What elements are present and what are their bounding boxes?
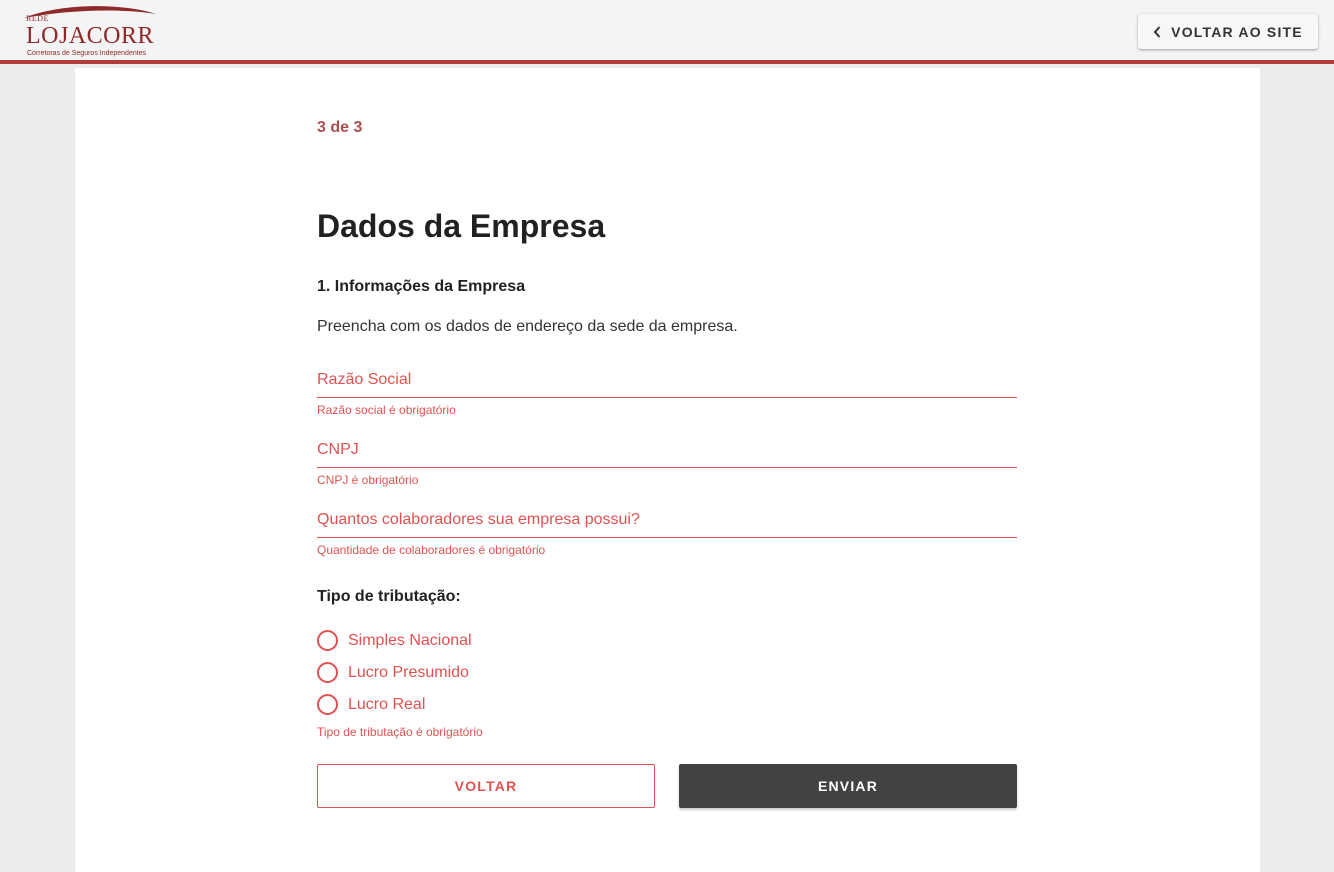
cnpj-input[interactable]: [317, 438, 1017, 468]
radio-simples-nacional[interactable]: Simples Nacional: [317, 630, 472, 651]
radio-circle-icon[interactable]: [317, 694, 338, 715]
company-name-error: Razão social é obrigatório: [317, 403, 456, 417]
company-name-input[interactable]: [317, 368, 1017, 398]
chevron-left-icon: [1153, 25, 1161, 38]
radio-lucro-presumido[interactable]: Lucro Presumido: [317, 662, 469, 683]
lojacorr-logo[interactable]: REDE LOJACORR Corretoras de Seguros Inde…: [18, 4, 158, 60]
step-indicator: 3 de 3: [317, 119, 363, 136]
cnpj-error: CNPJ é obrigatório: [317, 473, 419, 487]
employees-error: Quantidade de colaboradores é obrigatóri…: [317, 543, 546, 557]
form-panel: 3 de 3 Dados da Empresa 1. Informações d…: [75, 68, 1260, 872]
section-description: Preencha com os dados de endereço da sed…: [317, 318, 738, 335]
radio-circle-icon[interactable]: [317, 630, 338, 651]
logo-sub-text: Corretoras de Seguros Independentes: [27, 50, 147, 57]
page-title: Dados da Empresa: [317, 208, 606, 244]
tax-type-label: Tipo de tributação:: [317, 588, 461, 605]
company-name-field: Razão social é obrigatório: [317, 368, 1017, 417]
back-button[interactable]: VOLTAR: [317, 764, 655, 808]
section-title: 1. Informações da Empresa: [317, 278, 526, 295]
top-bar: REDE LOJACORR Corretoras de Seguros Inde…: [0, 0, 1334, 64]
submit-button[interactable]: ENVIAR: [679, 764, 1017, 808]
radio-label: Simples Nacional: [348, 631, 472, 649]
radio-label: Lucro Real: [348, 695, 426, 713]
cnpj-field: CNPJ é obrigatório: [317, 438, 1017, 487]
radio-label: Lucro Presumido: [348, 663, 469, 681]
employees-field: Quantidade de colaboradores é obrigatóri…: [317, 508, 1017, 557]
logo-main-text: LOJACORR: [26, 23, 155, 49]
tax-type-error: Tipo de tributação é obrigatório: [317, 725, 483, 739]
back-to-site-label: VOLTAR AO SITE: [1171, 23, 1303, 40]
back-to-site-button[interactable]: VOLTAR AO SITE: [1138, 14, 1318, 49]
radio-circle-icon[interactable]: [317, 662, 338, 683]
radio-lucro-real[interactable]: Lucro Real: [317, 694, 425, 715]
logo-top-text: REDE: [26, 14, 49, 23]
employees-input[interactable]: [317, 508, 1017, 538]
